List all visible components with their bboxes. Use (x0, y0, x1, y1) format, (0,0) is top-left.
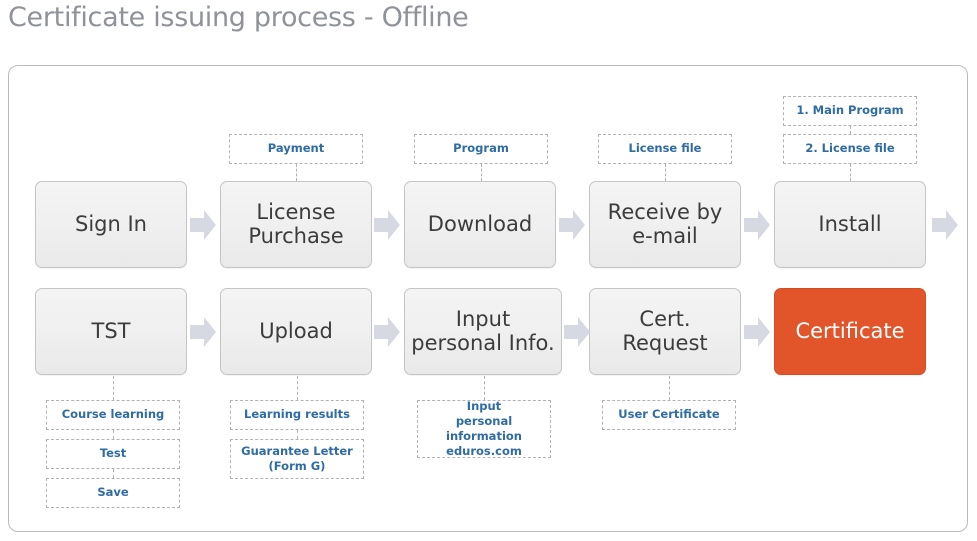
step-download-label: Download (427, 211, 533, 236)
annotation-input-line2: personal information (446, 413, 522, 443)
step-receive-by-email-label-line1: Receive by (607, 199, 723, 224)
arrow-sign-in-to-license-purchase (189, 205, 217, 245)
step-install-label: Install (818, 211, 882, 236)
step-license-purchase-label-line1: License (256, 199, 336, 224)
annotation-payment: Payment (229, 134, 363, 164)
annotation-guarantee-letter-line2: (Form G) (268, 459, 326, 473)
arrow-download-to-receive (558, 205, 586, 245)
connector-payment (296, 164, 297, 181)
step-input-personal-info-label-line1: Input (455, 306, 511, 331)
step-tst[interactable]: TST (35, 288, 187, 375)
step-input-personal-info-label-line2: personal Info. (411, 330, 555, 355)
step-license-purchase-label-line2: Purchase (248, 223, 344, 248)
annotation-save: Save (46, 478, 180, 508)
connector-input-personal-info (484, 376, 485, 400)
step-cert-request-label-line1: Cert. (639, 306, 691, 331)
connector-upload (297, 376, 298, 400)
connector-program (481, 164, 482, 181)
annotation-learning-results-label: Learning results (244, 407, 350, 422)
annotation-user-certificate: User Certificate (602, 400, 736, 430)
annotation-main-program: 1. Main Program (783, 96, 917, 126)
arrow-install-to-next-row (931, 205, 959, 245)
step-certificate[interactable]: Certificate (774, 288, 926, 375)
annotation-input-line3: eduros.com (446, 444, 522, 459)
step-cert-request-label-line2: Request (622, 330, 708, 355)
connector-cert-request (669, 376, 670, 400)
arrow-cert-request-to-certificate (743, 312, 771, 352)
connector-license-file (665, 164, 666, 181)
connector-learning-results (297, 430, 298, 439)
step-receive-by-email-label-line2: e-mail (632, 223, 698, 248)
annotation-course-learning: Course learning (46, 400, 180, 430)
step-upload[interactable]: Upload (220, 288, 372, 375)
connector-license-file-2 (850, 164, 851, 181)
connector-tst (113, 376, 114, 400)
arrow-receive-to-install (743, 205, 771, 245)
annotation-guarantee-letter-line1: Guarantee Letter (241, 443, 353, 458)
annotation-license-file: License file (598, 134, 732, 164)
step-certificate-label: Certificate (795, 318, 905, 343)
annotation-license-file-2: 2. License file (783, 134, 917, 164)
arrow-input-to-cert-request (563, 312, 591, 352)
annotation-learning-results: Learning results (230, 400, 364, 430)
annotation-guarantee-letter: Guarantee Letter (Form G) (230, 439, 364, 479)
step-sign-in-label: Sign In (75, 211, 147, 236)
step-install[interactable]: Install (774, 181, 926, 268)
step-license-purchase[interactable]: License Purchase (220, 181, 372, 268)
annotation-program: Program (414, 134, 548, 164)
step-receive-by-email[interactable]: Receive by e-mail (589, 181, 741, 268)
step-download[interactable]: Download (404, 181, 556, 268)
connector-course-learning (113, 430, 114, 439)
annotation-license-file-label: License file (628, 141, 702, 156)
annotation-input-line1: Input (466, 398, 502, 413)
page-title: Certificate issuing process - Offline (8, 2, 469, 33)
annotation-test-label: Test (99, 446, 127, 461)
annotation-input-personal-information: Input personal information eduros.com (417, 398, 551, 459)
step-upload-label: Upload (259, 318, 333, 343)
annotation-license-file-2-label: 2. License file (805, 141, 895, 156)
annotation-save-label: Save (97, 485, 129, 500)
annotation-user-certificate-label: User Certificate (618, 407, 720, 422)
arrow-tst-to-upload (189, 312, 217, 352)
annotation-payment-label: Payment (267, 141, 325, 156)
step-tst-label: TST (91, 318, 131, 343)
step-sign-in[interactable]: Sign In (35, 181, 187, 268)
arrow-upload-to-input (373, 312, 401, 352)
annotation-test: Test (46, 439, 180, 469)
connector-test (113, 469, 114, 478)
annotation-program-label: Program (453, 141, 509, 156)
annotation-course-learning-label: Course learning (61, 407, 165, 422)
step-cert-request[interactable]: Cert. Request (589, 288, 741, 375)
annotation-main-program-label: 1. Main Program (796, 103, 904, 118)
arrow-license-purchase-to-download (373, 205, 401, 245)
connector-main-program (850, 126, 851, 134)
step-input-personal-info[interactable]: Input personal Info. (404, 288, 562, 375)
